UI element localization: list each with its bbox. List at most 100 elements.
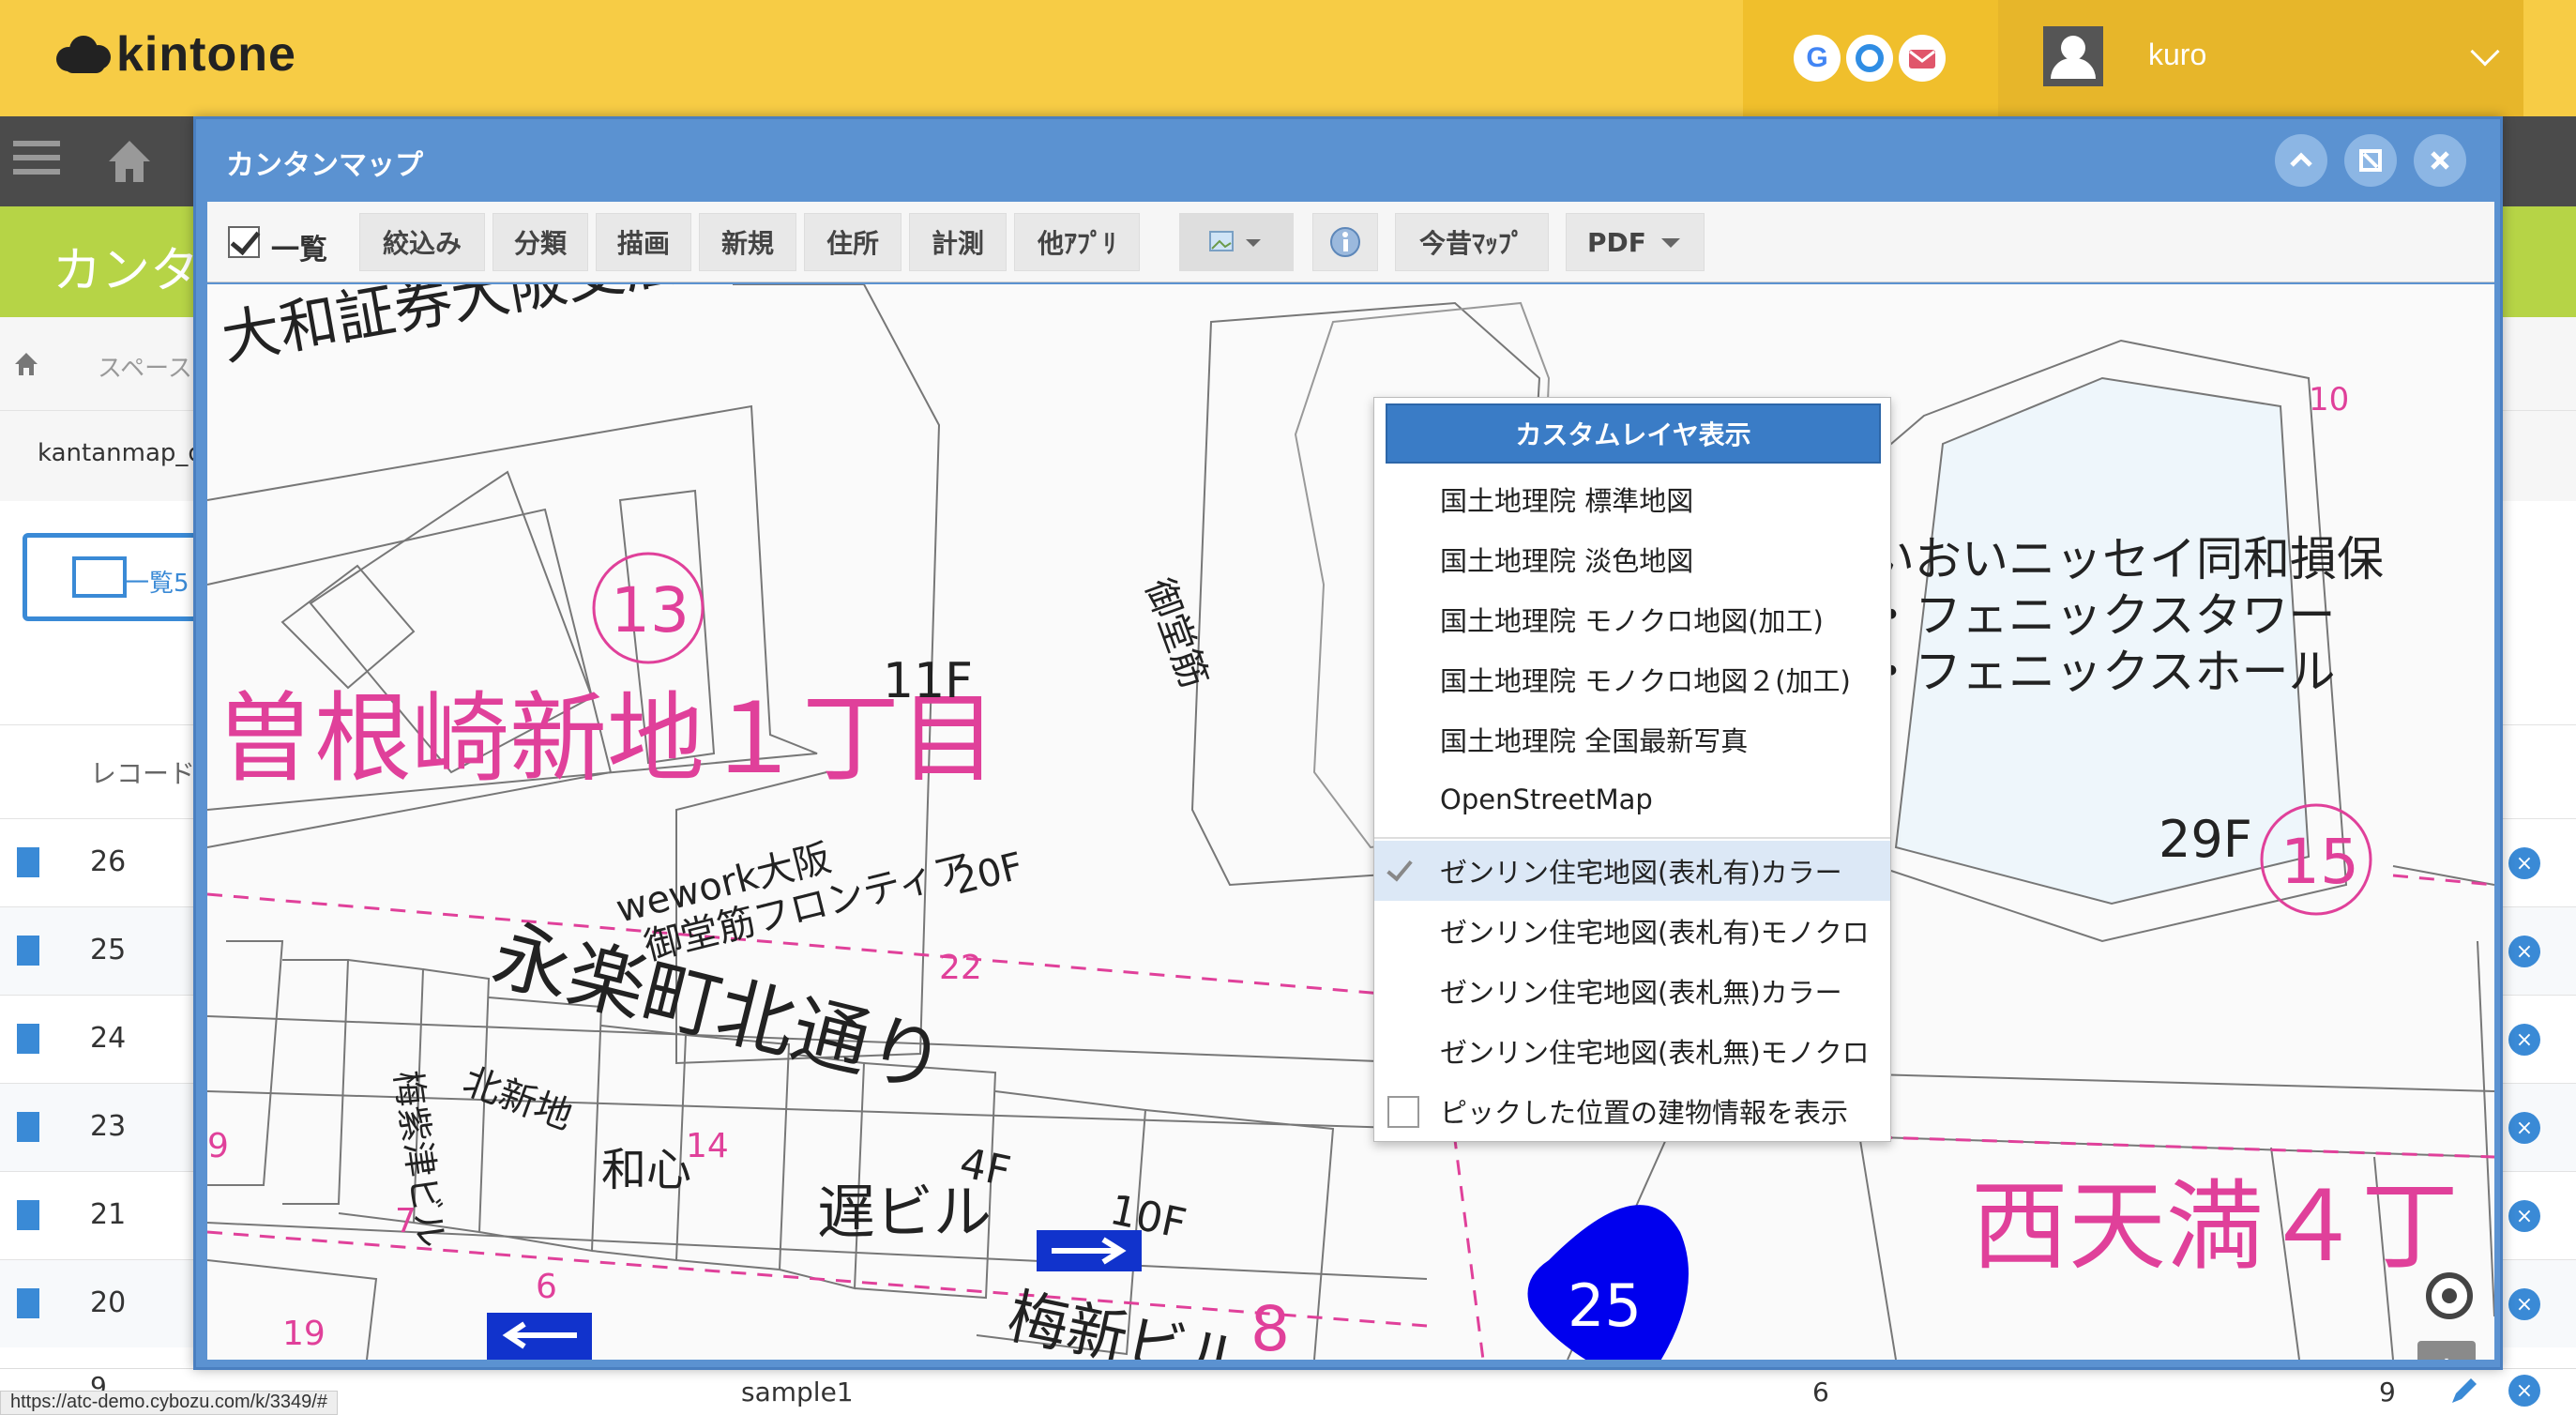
other-app-button[interactable]: 他ｱﾌﾟﾘ: [1014, 213, 1140, 271]
record-number: 24: [90, 1022, 127, 1055]
zenrin-map[interactable]: 大和証券大阪支店 曽根崎新地１丁目 永楽町北通り 西天満４丁 wework大阪 …: [207, 284, 2494, 1360]
layer-dropdown[interactable]: [1179, 213, 1294, 271]
document-icon[interactable]: [17, 1288, 39, 1318]
breadcrumb-space[interactable]: スペース: [98, 349, 192, 384]
document-icon[interactable]: [17, 1024, 39, 1054]
layer-item[interactable]: 国土地理院 モノクロ地図(加工): [1374, 589, 1890, 649]
document-icon[interactable]: [17, 1200, 39, 1230]
label-daiwa: 大和証券大阪支店: [217, 284, 687, 373]
map-canvas[interactable]: 大和証券大阪支店 曽根崎新地１丁目 永楽町北通り 西天満４丁 wework大阪 …: [207, 284, 2494, 1360]
layer-item-label: ゼンリン住宅地図(表札有)カラー: [1440, 857, 1842, 889]
record-number: 25: [90, 934, 127, 966]
label-mido: 御堂筋: [1137, 573, 1216, 693]
chevron-up-icon[interactable]: [2275, 134, 2327, 187]
small-number: 10: [2309, 381, 2349, 418]
app-id: kantanmap_de: [38, 439, 219, 467]
chevron-down-icon: [2470, 37, 2500, 67]
circle-number: 13: [611, 574, 689, 647]
pdf-label: PDF: [1587, 226, 1646, 258]
layer-item[interactable]: ゼンリン住宅地図(表札無)モノクロ: [1374, 1021, 1890, 1081]
record-number: 23: [90, 1110, 127, 1143]
restore-icon[interactable]: [2344, 134, 2397, 187]
record-number: 26: [90, 845, 127, 878]
check-icon: [1386, 854, 1413, 882]
label-district2: 西天満４丁: [1971, 1169, 2459, 1284]
brand-name: kintone: [116, 27, 296, 82]
menu-icon[interactable]: [13, 141, 60, 183]
pdf-button[interactable]: PDF: [1566, 213, 1705, 271]
document-icon[interactable]: [17, 1112, 39, 1142]
label-29f: 29F: [2159, 810, 2252, 869]
custom-layer-button[interactable]: カスタムレイヤ表示: [1386, 403, 1881, 464]
view-label: 一覧5: [125, 570, 189, 598]
arrow-right-icon: [1037, 1230, 1142, 1271]
draw-button[interactable]: 描画: [596, 213, 691, 271]
cell-text: sample1: [741, 1377, 854, 1407]
pick-checkbox[interactable]: [1387, 1096, 1419, 1128]
layer-item-selected[interactable]: ゼンリン住宅地図(表札有)カラー: [1374, 841, 1890, 901]
user-name: kuro: [2148, 38, 2207, 71]
list-checkbox[interactable]: [228, 226, 260, 258]
edit-icon[interactable]: [2448, 1375, 2480, 1407]
table-row[interactable]: 9 sample1 6 9 ×: [0, 1368, 2576, 1415]
label-aioi1: あいおいニッセイ同和損保: [1821, 532, 2384, 586]
mail-icon[interactable]: [1899, 35, 1946, 82]
garoon-icon[interactable]: [1846, 35, 1893, 82]
label-4f: 4F: [956, 1139, 1015, 1196]
label-kitashinchi: 北新地: [458, 1059, 578, 1138]
classify-button[interactable]: 分類: [492, 213, 588, 271]
home-icon[interactable]: [13, 351, 39, 377]
close-icon[interactable]: ×: [2508, 936, 2540, 967]
label-umeshin: 梅新ビル: [1002, 1282, 1251, 1360]
map-toolbar: 一覧 絞込み 分類 描画 新規 住所 計測 他ｱﾌﾟﾘ 今昔ﾏｯﾌﾟ PDF: [207, 202, 2494, 282]
info-icon[interactable]: [1312, 213, 1378, 271]
record-marker[interactable]: 25: [1527, 1205, 1690, 1360]
close-icon[interactable]: ×: [2508, 1200, 2540, 1232]
marker-label: 25: [1568, 1271, 1642, 1340]
close-icon[interactable]: ×: [2508, 1112, 2540, 1144]
record-number: 20: [90, 1286, 127, 1319]
layer-item[interactable]: 国土地理院 モノクロ地図２(加工): [1374, 649, 1890, 709]
app-icons: G: [1743, 0, 1998, 116]
pick-label: ピックした位置の建物情報を表示: [1440, 1097, 1849, 1129]
close-icon[interactable]: ×: [2508, 1288, 2540, 1320]
layer-item[interactable]: ゼンリン住宅地図(表札無)カラー: [1374, 961, 1890, 1021]
small-number: 7: [395, 1202, 417, 1240]
measure-button[interactable]: 計測: [909, 213, 1007, 271]
filter-button[interactable]: 絞込み: [359, 213, 485, 271]
close-icon[interactable]: ×: [2508, 847, 2540, 879]
layer-item[interactable]: OpenStreetMap: [1374, 769, 1890, 829]
close-icon[interactable]: ×: [2508, 1375, 2540, 1407]
layer-item[interactable]: 国土地理院 淡色地図: [1374, 529, 1890, 589]
document-icon[interactable]: [17, 936, 39, 966]
address-button[interactable]: 住所: [804, 213, 902, 271]
avatar: [2043, 26, 2103, 86]
layer-image-icon: [1209, 231, 1261, 251]
close-icon[interactable]: [2414, 134, 2466, 187]
label-aioi2: ザ・フェニックスタワー: [1821, 588, 2336, 643]
kintone-logo[interactable]: kintone: [56, 26, 296, 83]
circle-number: 8: [1250, 1293, 1290, 1360]
layer-item[interactable]: 国土地理院 全国最新写真: [1374, 709, 1890, 769]
zoom-in-button[interactable]: +: [2417, 1341, 2476, 1360]
layer-menu: カスタムレイヤ表示 国土地理院 標準地図 国土地理院 淡色地図 国土地理院 モノ…: [1373, 397, 1891, 1142]
new-button[interactable]: 新規: [699, 213, 796, 271]
record-number: 21: [90, 1198, 127, 1231]
konjaku-map-button[interactable]: 今昔ﾏｯﾌﾟ: [1395, 213, 1549, 271]
view-selector[interactable]: 一覧5: [23, 533, 210, 621]
circle-number: 15: [2281, 826, 2359, 898]
dialog-title: カンタンマップ: [226, 149, 423, 182]
small-number: 9: [207, 1127, 229, 1165]
layer-item[interactable]: 国土地理院 標準地図: [1374, 469, 1890, 529]
status-url: https://atc-demo.cybozu.com/k/3349/#: [0, 1391, 338, 1415]
google-icon[interactable]: G: [1794, 35, 1841, 82]
document-icon[interactable]: [17, 847, 39, 877]
kintone-cloud-icon: [56, 36, 111, 73]
label-district1: 曽根崎新地１丁目: [217, 681, 997, 796]
home-icon[interactable]: [103, 135, 156, 188]
close-icon[interactable]: ×: [2508, 1024, 2540, 1056]
user-menu[interactable]: kuro: [1998, 0, 2523, 116]
layer-item[interactable]: ゼンリン住宅地図(表札有)モノクロ: [1374, 901, 1890, 961]
arrow-left-icon: [487, 1313, 592, 1360]
pick-building-option[interactable]: ピックした位置の建物情報を表示: [1374, 1081, 1890, 1141]
